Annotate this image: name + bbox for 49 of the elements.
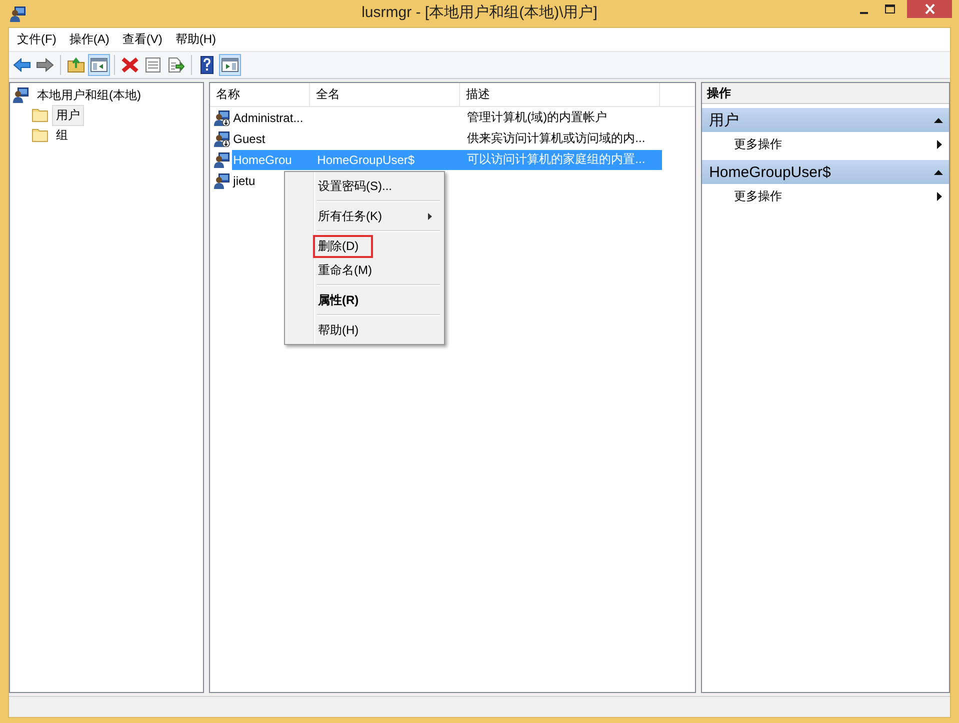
users-computer-icon — [13, 87, 29, 103]
menu-item[interactable]: 属性(R) — [313, 288, 364, 312]
action-link[interactable]: 更多操作 — [734, 188, 782, 204]
panel-toggle-icon[interactable] — [219, 54, 241, 76]
table-cell-text: 供来宾访问计算机或访问域的内... — [467, 130, 646, 147]
tree-item[interactable]: 本地用户和组(本地) — [33, 84, 145, 106]
folder-icon — [32, 127, 48, 143]
menu-item[interactable]: 重命名(M) — [313, 258, 377, 282]
tree-item[interactable]: 组 — [52, 124, 72, 146]
menu-item[interactable]: 设置密码(S)... — [313, 174, 397, 198]
user-icon — [214, 130, 230, 146]
folder-icon — [32, 107, 48, 123]
app-icon — [10, 6, 26, 22]
table-cell-text: 可以访问计算机的家庭组的内置... — [467, 151, 646, 168]
user-icon — [214, 110, 230, 126]
close-icon — [924, 4, 936, 14]
user-icon — [214, 172, 230, 188]
action-link[interactable]: 更多操作 — [734, 136, 782, 152]
column-header[interactable]: 名称 — [210, 83, 310, 106]
table-cell[interactable]: Administrat... — [232, 110, 318, 124]
window-title: lusrmgr - [本地用户和组(本地)\用户] — [362, 3, 598, 22]
menu-item[interactable]: 帮助(H) — [169, 29, 222, 50]
collapse-arrow-icon[interactable] — [934, 118, 944, 122]
submenu-arrow-icon — [428, 212, 432, 220]
submenu-arrow-icon — [937, 192, 942, 200]
menu-item[interactable]: 删除(D) — [313, 234, 373, 258]
section-header[interactable]: 用户 — [702, 108, 950, 132]
menu-item[interactable]: 所有任务(K) — [313, 204, 387, 228]
submenu-arrow-icon — [937, 140, 942, 148]
user-icon — [214, 152, 230, 168]
table-cell-text: HomeGroupUser$ — [317, 152, 416, 166]
menu-item[interactable]: 查看(V) — [116, 29, 168, 50]
maximize-icon — [884, 4, 896, 14]
collapse-arrow-icon[interactable] — [934, 170, 944, 174]
panel-toggle-icon[interactable] — [88, 54, 110, 76]
column-header[interactable]: 全名 — [310, 83, 460, 106]
section-title: 用户 — [709, 110, 740, 130]
menu-item[interactable]: 文件(F) — [11, 29, 62, 50]
table-cell-text: 管理计算机(域)的内置帐户 — [467, 109, 608, 126]
close-button[interactable] — [907, 0, 952, 18]
column-header[interactable]: 描述 — [460, 83, 660, 106]
table-cell[interactable]: Guest — [232, 132, 318, 146]
menu-item[interactable]: 操作(A) — [63, 29, 116, 50]
tree-item[interactable]: 用户 — [52, 104, 84, 126]
section-title: HomeGroupUser$ — [709, 164, 831, 180]
menu-item[interactable]: 帮助(H) — [313, 318, 364, 342]
panel-header: 操作 — [702, 83, 950, 104]
minimize-icon — [860, 12, 868, 14]
section-header[interactable]: HomeGroupUser$ — [702, 160, 950, 184]
